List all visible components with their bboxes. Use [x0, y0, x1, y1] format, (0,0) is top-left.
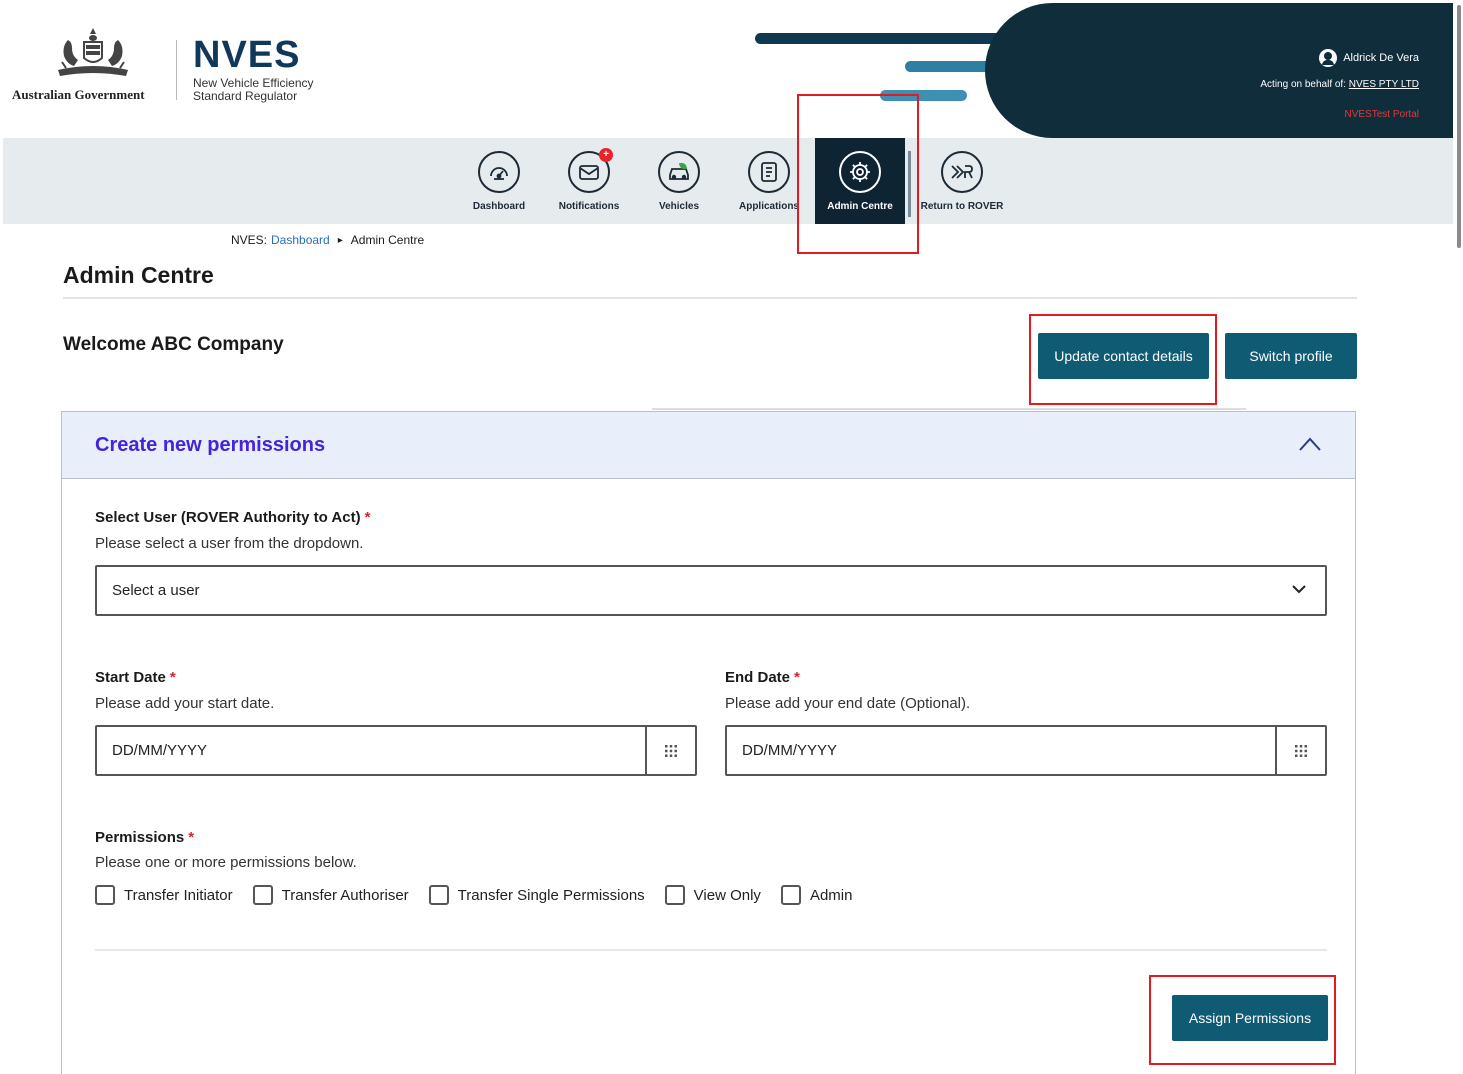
nav-item-return-to-rover[interactable]: Return to ROVER	[917, 138, 1007, 224]
acting-on-behalf: Acting on behalf of: NVES PTY LTD	[1260, 79, 1419, 90]
select-user-label: Select User (ROVER Authority to Act) *	[95, 509, 371, 526]
main-nav: Dashboard + Notifications Vehicles Appli…	[3, 138, 1453, 224]
end-date-field	[725, 725, 1327, 776]
acting-org-link[interactable]: NVES PTY LTD	[1349, 79, 1419, 90]
welcome-heading: Welcome ABC Company	[63, 334, 284, 355]
calendar-grid-icon	[665, 744, 677, 757]
breadcrumb: NVES: Dashboard ▸ Admin Centre	[231, 233, 424, 247]
breadcrumb-root: NVES:	[231, 233, 268, 247]
document-icon	[761, 162, 777, 182]
chevron-down-icon	[1292, 585, 1306, 594]
checkbox[interactable]	[95, 885, 115, 905]
breadcrumb-dashboard-link[interactable]: Dashboard	[271, 233, 330, 247]
section-divider	[652, 408, 1246, 410]
envelope-icon	[579, 165, 599, 180]
end-date-input[interactable]	[727, 727, 1275, 774]
car-icon	[669, 162, 689, 180]
decorative-bar	[880, 90, 967, 101]
form-divider	[95, 949, 1327, 951]
nav-item-notifications[interactable]: + Notifications	[544, 138, 634, 224]
permission-transfer-authoriser[interactable]: Transfer Authoriser	[252, 885, 409, 905]
gear-icon	[850, 162, 870, 182]
permission-transfer-single[interactable]: Transfer Single Permissions	[428, 885, 645, 905]
scrollbar-thumb[interactable]	[1457, 5, 1461, 248]
permissions-label: Permissions *	[95, 829, 195, 846]
government-logo[interactable]: Australian Government	[10, 26, 170, 106]
card-header[interactable]: Create new permissions	[62, 412, 1355, 479]
nav-separator	[908, 151, 911, 217]
breadcrumb-current: Admin Centre	[350, 233, 425, 247]
start-date-calendar-button[interactable]	[645, 727, 695, 774]
calendar-grid-icon	[1295, 744, 1307, 757]
rover-icon	[951, 165, 973, 179]
required-mark: *	[364, 509, 371, 526]
page-title: Admin Centre	[63, 262, 214, 288]
permissions-checkbox-group: Transfer Initiator Transfer Authoriser T…	[95, 885, 852, 905]
user-panel: Aldrick De Vera Acting on behalf of: NVE…	[985, 3, 1453, 138]
permission-admin[interactable]: Admin	[780, 885, 852, 905]
start-date-hint: Please add your start date.	[95, 695, 275, 712]
site-header: Australian Government NVES New Vehicle E…	[0, 0, 1463, 138]
update-contact-details-button[interactable]: Update contact details	[1038, 333, 1209, 379]
checkbox[interactable]	[664, 885, 685, 905]
card-title: Create new permissions	[95, 434, 326, 456]
start-date-field	[95, 725, 697, 776]
acting-prefix: Acting on behalf of:	[1260, 79, 1346, 90]
select-user-dropdown[interactable]: Select a user	[95, 565, 1327, 616]
coat-of-arms-icon	[58, 28, 128, 76]
end-date-label: End Date *	[725, 669, 800, 686]
permission-transfer-initiator[interactable]: Transfer Initiator	[95, 885, 233, 905]
end-date-calendar-button[interactable]	[1275, 727, 1325, 774]
chevron-up-icon[interactable]	[1299, 437, 1321, 451]
nav-item-applications[interactable]: Applications	[724, 138, 814, 224]
checkbox[interactable]	[428, 885, 449, 905]
nves-subtitle-line2: Standard Regulator	[193, 89, 298, 103]
user-account[interactable]: Aldrick De Vera	[1319, 49, 1419, 67]
assign-permissions-button[interactable]: Assign Permissions	[1172, 995, 1328, 1041]
select-user-value: Select a user	[112, 582, 200, 599]
nav-item-admin-centre[interactable]: Admin Centre	[815, 138, 905, 224]
nves-wordmark: NVES	[193, 34, 301, 76]
speedometer-icon	[490, 167, 508, 180]
required-mark: *	[169, 669, 176, 686]
notification-badge: +	[599, 148, 613, 162]
government-name: Australian Government	[12, 87, 145, 102]
select-user-hint: Please select a user from the dropdown.	[95, 535, 364, 552]
user-icon	[1319, 49, 1338, 67]
checkbox[interactable]	[252, 885, 273, 905]
permission-view-only[interactable]: View Only	[664, 885, 761, 905]
title-divider	[63, 297, 1357, 299]
logo-divider	[176, 40, 177, 100]
nves-logo[interactable]: NVES New Vehicle Efficiency Standard Reg…	[193, 36, 314, 103]
nav-item-vehicles[interactable]: Vehicles	[634, 138, 724, 224]
user-name: Aldrick De Vera	[1343, 52, 1419, 64]
checkbox[interactable]	[780, 885, 801, 905]
switch-profile-button[interactable]: Switch profile	[1225, 333, 1357, 379]
portal-label: NVESTest Portal	[1344, 109, 1419, 120]
start-date-label: Start Date *	[95, 669, 176, 686]
end-date-hint: Please add your end date (Optional).	[725, 695, 971, 712]
nav-item-dashboard[interactable]: Dashboard	[454, 138, 544, 224]
required-mark: *	[188, 829, 195, 846]
chevron-right-icon: ▸	[337, 234, 343, 246]
permissions-card: Create new permissions Select User (ROVE…	[61, 411, 1356, 1074]
start-date-input[interactable]	[97, 727, 645, 774]
required-mark: *	[794, 669, 800, 686]
permissions-hint: Please one or more permissions below.	[95, 854, 357, 871]
